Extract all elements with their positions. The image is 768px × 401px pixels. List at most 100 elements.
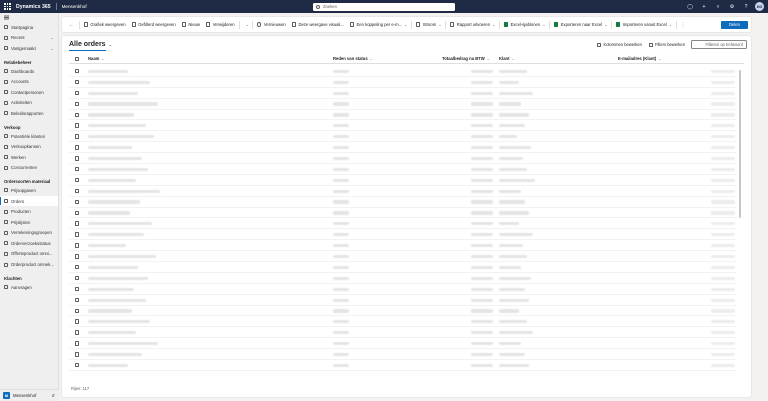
new-button[interactable]: Nieuw [179,19,203,30]
row-checkbox[interactable] [75,265,80,270]
row-checkbox[interactable] [75,167,80,172]
row-checkbox[interactable] [75,341,80,346]
row-checkbox[interactable] [75,123,80,128]
show-chart-button[interactable]: Grafiek weergeven [81,19,129,30]
column-header-name[interactable]: Naam ⌄ [88,56,104,61]
delete-dropdown[interactable]: ⌄ [240,19,251,30]
row-checkbox[interactable] [75,330,80,335]
table-row[interactable] [69,251,737,263]
help-icon[interactable]: ? [741,0,751,13]
row-checkbox[interactable] [75,79,80,85]
sidebar-item-order-product[interactable]: Orderproduct omnek... [0,259,58,270]
more-commands-icon[interactable]: ⋮ [678,19,689,30]
sidebar-item-settlement-groups[interactable]: Verrekeningsgroepen [0,228,58,239]
sidebar-item-price-lists[interactable]: Prijslijsten [0,217,58,228]
row-checkbox[interactable] [75,177,80,183]
sidebar-item-order-request-status[interactable]: Orderverzoeksstatus [0,238,58,249]
sidebar-item-pinned[interactable]: Vastgemaakt ⌄ [0,43,58,54]
row-checkbox[interactable] [75,363,80,368]
table-row[interactable] [69,120,737,132]
table-row[interactable] [69,349,737,361]
table-row[interactable] [69,229,737,241]
table-row[interactable] [69,284,737,295]
table-row[interactable] [69,360,737,371]
table-row[interactable] [69,142,737,154]
row-checkbox[interactable] [75,156,80,161]
row-checkbox[interactable] [75,319,80,324]
table-row[interactable] [69,66,737,77]
table-row[interactable] [69,208,737,219]
row-checkbox[interactable] [75,232,80,237]
table-row[interactable] [69,197,737,208]
refresh-button[interactable]: Vernieuwen [254,19,289,30]
import-excel-button[interactable]: Importeren vanuit Excel ⌄ [613,19,675,30]
row-checkbox[interactable] [75,286,80,292]
row-checkbox[interactable] [75,243,80,248]
run-report-button[interactable]: Rapport uitvoeren ⌄ [447,19,498,30]
table-row[interactable] [69,306,737,317]
email-link-button[interactable]: Een koppeling per e-m... ⌄ [347,19,411,30]
sidebar-item-activities[interactable]: Activiteiten [0,98,58,109]
table-row[interactable] [69,77,737,88]
lightbulb-icon[interactable]: ◯ [685,0,695,13]
table-row[interactable] [69,295,737,306]
flow-button[interactable]: Stroom ⌄ [413,19,444,30]
hamburger-menu-icon[interactable] [0,13,58,22]
sidebar-item-policy-reports[interactable]: Beleidsrapporten [0,108,58,119]
sidebar-item-quote-product[interactable]: Offerteproduct omni... [0,249,58,260]
table-row[interactable] [69,218,737,230]
row-checkbox[interactable] [75,297,80,303]
table-row[interactable] [69,273,737,284]
table-row[interactable] [69,99,737,110]
area-switcher[interactable]: M Mensenkhof ⇵ [0,389,59,401]
sidebar-item-requests[interactable]: Aanvragen [0,282,58,293]
row-checkbox[interactable] [75,199,80,205]
sidebar-item-quotes[interactable]: Prijsopgaven [0,185,58,196]
row-checkbox[interactable] [75,90,80,96]
sidebar-item-products[interactable]: Producten [0,206,58,217]
table-row[interactable] [69,262,737,273]
plus-icon[interactable]: + [699,0,709,13]
table-row[interactable] [69,110,737,121]
row-checkbox[interactable] [75,101,80,107]
sidebar-item-recent[interactable]: Recent ⌄ [0,33,58,44]
row-checkbox[interactable] [75,352,80,357]
avatar[interactable]: MG [755,2,764,11]
share-button[interactable]: Delen [721,20,748,29]
keyword-filter-input[interactable]: Filteren op trefwoord [691,40,747,49]
table-row[interactable] [69,338,737,350]
row-checkbox[interactable] [75,210,80,215]
table-row[interactable] [69,164,737,175]
app-area-name[interactable]: Mensenkhof [62,4,87,9]
table-row[interactable] [69,240,737,252]
table-row[interactable] [69,186,737,197]
gear-icon[interactable]: ⚙ [727,0,737,13]
sidebar-item-home[interactable]: Startpagina [0,22,58,33]
edit-columns-button[interactable]: Kolommen bewerken [597,42,642,47]
column-header-status-reason[interactable]: Reden van status ⌄ [333,56,373,61]
row-checkbox[interactable] [75,145,80,150]
edit-filters-button[interactable]: Filters bewerken [648,42,685,47]
sidebar-item-dashboards[interactable]: Dashboards [0,66,58,77]
table-row[interactable] [69,316,737,328]
sidebar-item-competitors[interactable]: Concurrenten [0,163,58,174]
sidebar-item-accounts[interactable]: Accounts [0,76,58,87]
row-checkbox[interactable] [75,69,80,74]
brand-name[interactable]: Dynamics 365 [16,4,51,10]
row-checkbox[interactable] [75,254,80,259]
export-excel-button[interactable]: Exporteren naar Excel ⌄ [551,19,610,30]
table-row[interactable] [69,327,737,339]
row-checkbox[interactable] [75,221,80,226]
table-row[interactable] [69,88,737,99]
sidebar-item-contacts[interactable]: Contactpersonen [0,87,58,98]
row-checkbox[interactable] [75,188,80,194]
sidebar-item-orders[interactable]: Orders [0,195,58,207]
column-header-total-amount[interactable]: Totaalbedrag na BTW ⌄ [442,56,490,61]
view-selector[interactable]: Alle orders ⌄ [69,41,112,48]
table-row[interactable] [69,153,737,165]
table-row[interactable] [69,131,737,143]
table-row[interactable] [69,175,737,186]
row-checkbox[interactable] [75,275,80,281]
excel-templates-button[interactable]: Excel-sjablonen ⌄ [501,19,548,30]
sidebar-item-works[interactable]: Werken [0,152,58,163]
